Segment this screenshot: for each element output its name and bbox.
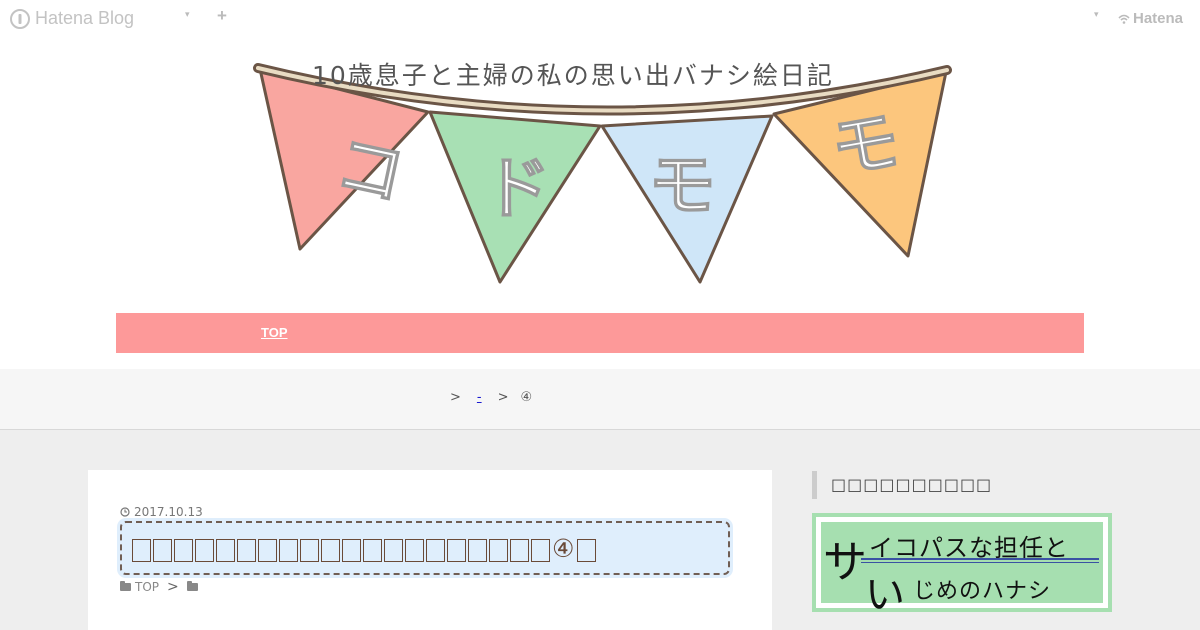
nav-top-link[interactable]: TOP xyxy=(261,325,288,340)
breadcrumb: > - > ④ xyxy=(450,390,532,405)
folder-icon xyxy=(120,581,131,591)
article-title[interactable]: ④ xyxy=(120,521,730,575)
sidebar-story-banner[interactable]: サ イコパスな担任と い じめのハナシ xyxy=(812,513,1112,618)
hatena-topbar: Hatena Blog ▾ + ▾ Hatena xyxy=(0,0,1200,38)
article-title-number: ④ xyxy=(552,534,576,563)
post-date-text: 2017.10.13 xyxy=(134,505,203,519)
banner-rule xyxy=(861,558,1099,560)
flag-letter-mo-1: モ xyxy=(648,147,716,226)
hatena-blog-logo[interactable]: Hatena Blog xyxy=(10,8,134,29)
sidebar-heading: □□□□□□□□□□ xyxy=(812,471,1117,499)
banner-line-2: じめのハナシ xyxy=(913,579,1052,604)
category-separator: > xyxy=(167,579,179,595)
hatena-blog-icon xyxy=(10,8,30,29)
user-menu-chevron-down-icon[interactable]: ▾ xyxy=(1094,10,1099,20)
breadcrumb-band: > - > ④ xyxy=(0,369,1200,430)
header-banner[interactable]: コ ド モ モ 10歳息子と主婦の私の思い出バナシ絵日記 xyxy=(250,44,960,294)
banner-second-char: い xyxy=(865,572,905,618)
hatena-blog-label: Hatena Blog xyxy=(35,8,135,28)
blog-subtitle: 10歳息子と主婦の私の思い出バナシ絵日記 xyxy=(312,61,834,90)
breadcrumb-category-link[interactable]: - xyxy=(473,390,486,405)
folder-icon xyxy=(186,581,198,591)
flag-letter-mo-2: モ xyxy=(825,101,906,191)
post-categories: TOP > xyxy=(120,579,198,595)
flag-letter-do: ド xyxy=(483,150,551,229)
blog-menu-chevron-down-icon[interactable]: ▾ xyxy=(185,10,190,20)
hatena-brand-label: Hatena xyxy=(1133,10,1184,27)
breadcrumb-current: ④ xyxy=(520,390,533,405)
global-nav: TOP xyxy=(116,313,1084,353)
add-plus-icon[interactable]: + xyxy=(217,6,227,26)
breadcrumb-separator: > xyxy=(497,390,509,405)
post-date: 2017.10.13 xyxy=(120,505,203,519)
hatena-wifi-icon xyxy=(1118,14,1130,24)
clock-icon xyxy=(120,507,130,517)
sidebar-heading-text: □□□□□□□□□□ xyxy=(831,475,993,494)
article-card: 2017.10.13 ④ TOP > xyxy=(88,470,772,630)
sidebar-story-banner-inner: サ イコパスな担任と い じめのハナシ xyxy=(821,522,1103,618)
hatena-link[interactable]: Hatena xyxy=(1118,10,1183,27)
article-title-text: ④ xyxy=(132,534,598,563)
breadcrumb-separator: > xyxy=(450,390,461,405)
category-top-link[interactable]: TOP xyxy=(135,580,159,594)
